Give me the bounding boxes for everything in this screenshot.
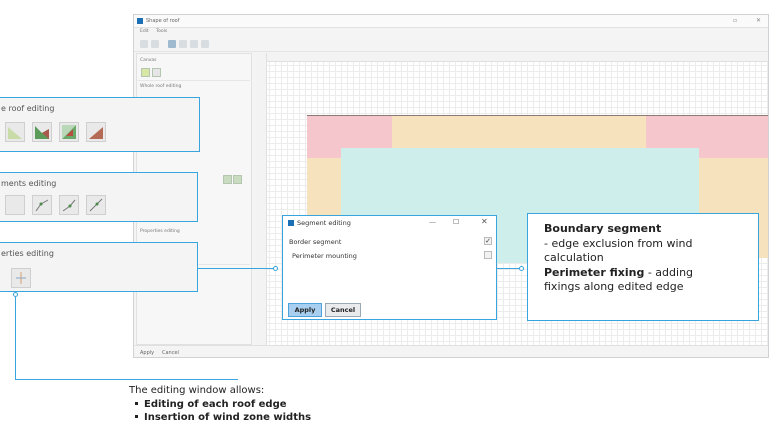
zoom-fit-icon[interactable] — [179, 40, 187, 48]
dialog-title: Segment editing — [297, 219, 351, 227]
close-icon[interactable]: ✕ — [756, 15, 761, 27]
roof-outline[interactable] — [307, 115, 768, 116]
perimeter-mounting-checkbox[interactable] — [484, 251, 492, 259]
section-whole-roof: Whole roof editing — [140, 84, 182, 89]
callout-segments-editing: ments editing — [0, 172, 198, 222]
segment-editing-dialog: Segment editing — ☐ ✕ Border segment ✓ P… — [282, 215, 497, 320]
cancel-button[interactable]: Cancel — [325, 303, 361, 317]
roof-edit-tool-icon[interactable] — [5, 122, 25, 142]
roof-edit-tool-icon[interactable] — [86, 122, 106, 142]
app-logo-icon — [137, 18, 143, 24]
properties-edit-tool-icon[interactable] — [11, 268, 31, 288]
boundary-segment-desc: calculation — [544, 251, 604, 264]
connector-line — [198, 268, 274, 269]
grid-icon[interactable] — [168, 40, 176, 48]
close-icon[interactable]: ✕ — [481, 217, 488, 226]
border-segment-checkbox[interactable]: ✓ — [484, 237, 492, 245]
undo-icon[interactable] — [140, 40, 148, 48]
redo-icon[interactable] — [151, 40, 159, 48]
bottom-description: The editing window allows: Editing of ea… — [129, 385, 311, 424]
zoom-in-icon[interactable] — [190, 40, 198, 48]
cancel-button[interactable]: Cancel — [162, 350, 179, 356]
section-properties: Properties editing — [140, 229, 180, 234]
callout-title: erties editing — [1, 249, 54, 258]
perimeter-fixing-title: Perimeter fixing — [544, 265, 645, 279]
list-item: Editing of each roof edge — [134, 398, 311, 411]
callout-title: e roof editing — [1, 104, 55, 113]
connector-line — [15, 379, 238, 380]
roof-edit-tool-icon[interactable] — [59, 122, 79, 142]
ruler-left — [256, 53, 267, 345]
menu-bar: Edit Tools — [134, 27, 768, 36]
boundary-segment-desc: - edge exclusion from wind — [544, 236, 693, 250]
callout-title: ments editing — [1, 179, 57, 188]
app-footer: Apply Cancel — [134, 345, 768, 357]
segment-edit-tool-icon[interactable] — [86, 195, 106, 215]
app-logo-icon — [288, 220, 294, 226]
counterslope-icon[interactable] — [233, 175, 242, 184]
ruler-top — [256, 53, 768, 62]
apply-button[interactable]: Apply — [288, 303, 322, 317]
apply-button[interactable]: Apply — [140, 350, 154, 356]
perimeter-mounting-label: Perimeter mounting — [292, 252, 357, 260]
roof-edit-tool-icon[interactable] — [32, 122, 52, 142]
segment-edit-tool-icon[interactable] — [5, 195, 25, 215]
list-item: Insertion of wind zone widths — [134, 412, 312, 423]
perimeter-fixing-desc: - adding — [644, 265, 694, 279]
zoom-out-icon[interactable] — [201, 40, 209, 48]
connector-dot — [273, 266, 278, 271]
feature-list: Editing of each roof edge Insertion of w… — [129, 398, 311, 424]
toolbar — [134, 37, 768, 52]
menu-edit[interactable]: Edit — [140, 29, 149, 34]
minimize-icon[interactable]: ▫ — [733, 15, 737, 27]
menu-tools[interactable]: Tools — [156, 29, 167, 34]
section-canvas: Canvas — [140, 58, 157, 63]
description-intro: The editing window allows: — [129, 385, 265, 396]
segment-edit-tool-icon[interactable] — [59, 195, 79, 215]
window-title: Shape of roof — [146, 18, 180, 24]
info-box: Boundary segment - edge exclusion from w… — [527, 213, 759, 321]
canvas-tool-icon[interactable] — [141, 68, 150, 77]
maximize-icon[interactable]: ☐ — [453, 218, 459, 226]
border-segment-label: Border segment — [289, 238, 342, 246]
perimeter-fixing-desc: fixings along edited edge — [544, 280, 684, 293]
minimize-icon[interactable]: — — [429, 218, 436, 226]
counterslope-icon[interactable] — [223, 175, 232, 184]
boundary-segment-title: Boundary segment — [544, 222, 662, 235]
connector-dot — [519, 266, 524, 271]
callout-roof-editing: e roof editing — [0, 97, 200, 152]
connector-line — [15, 297, 16, 379]
segment-edit-tool-icon[interactable] — [32, 195, 52, 215]
callout-properties-editing: erties editing — [0, 242, 198, 292]
canvas-tool-icon[interactable] — [152, 68, 161, 77]
divider — [138, 80, 250, 81]
